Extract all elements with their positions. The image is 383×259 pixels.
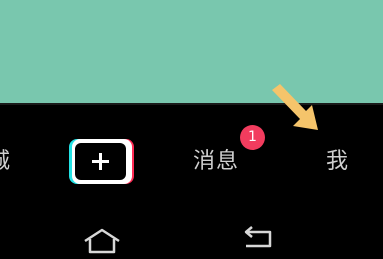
tab-me[interactable]: 我 [326,149,349,175]
back-icon[interactable] [240,226,276,254]
tab-messages[interactable]: 消息 [193,149,239,175]
home-icon[interactable] [82,226,122,256]
pointing-arrow-icon [272,84,318,130]
tab-partial[interactable]: 城 [0,149,11,175]
create-button[interactable] [69,139,134,184]
